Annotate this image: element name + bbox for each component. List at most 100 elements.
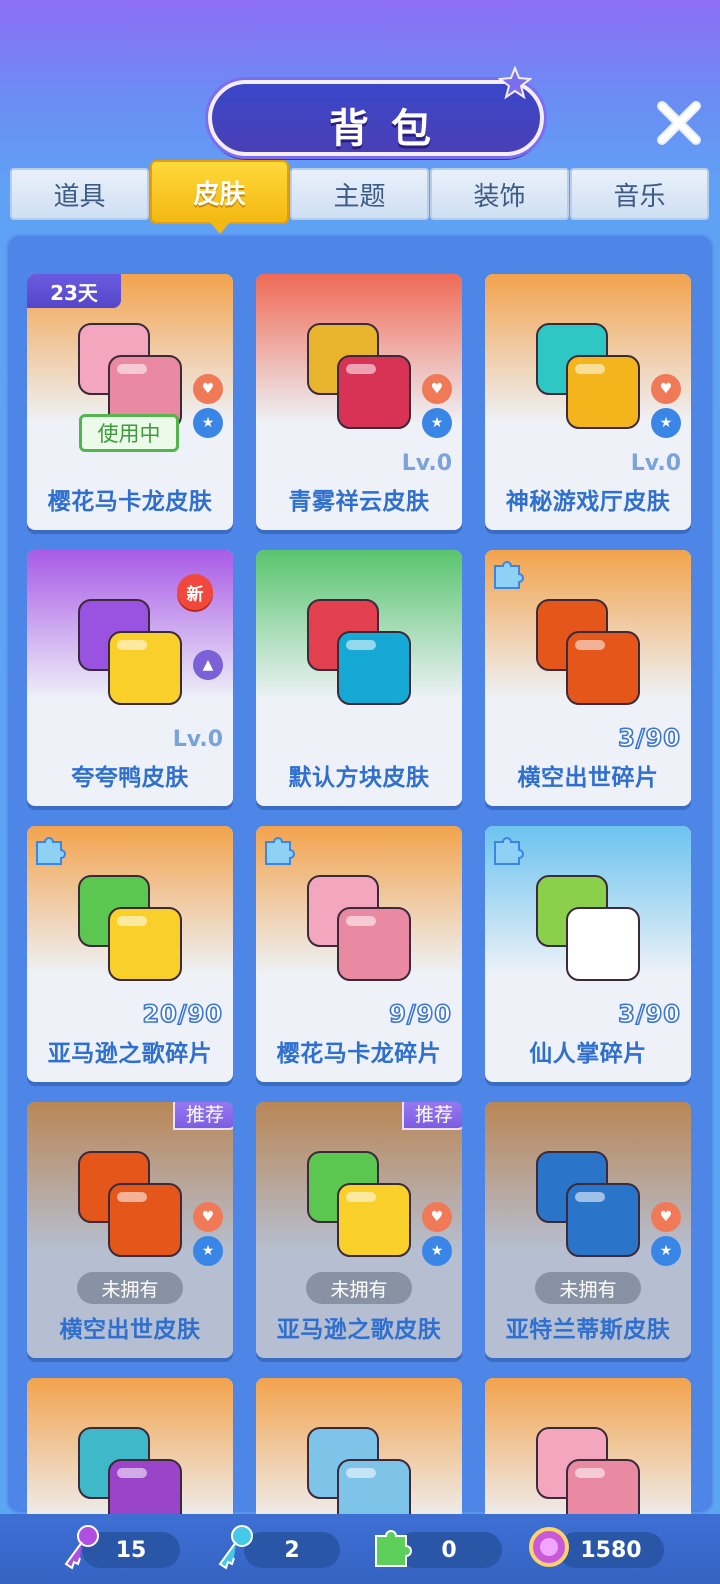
heart-icon: ♥: [193, 374, 223, 404]
star-icon: ★: [651, 408, 681, 438]
attribute-icons: ▲: [193, 650, 223, 684]
header: 背包: [0, 0, 720, 165]
star-icon: ★: [422, 1236, 452, 1266]
skin-name: 横空出世碎片: [517, 765, 659, 791]
star-icon: ★: [193, 408, 223, 438]
skin-name: 夸夸鸭皮肤: [71, 765, 189, 791]
fragment-puzzle-icon: [494, 837, 524, 865]
upgrade-icon: ▲: [193, 650, 223, 680]
skin-name: 横空出世皮肤: [59, 1317, 201, 1343]
currency-bar: 15 2 0 1580: [0, 1514, 720, 1584]
fragment-progress: 20/90: [142, 999, 223, 1029]
new-badge: 新: [177, 574, 213, 610]
skin-card[interactable]: 3/90 仙人掌碎片: [485, 826, 691, 1082]
inventory-panel: 23天 使用中 ♥ ★ 樱花马卡龙皮肤 Lv.0 ♥ ★ 青雾祥云皮肤 Lv.0 ♥ ★ 神秘游戏厅皮肤…: [6, 234, 714, 1514]
skin-block-icon: [307, 875, 411, 981]
fragment-puzzle-icon: [36, 837, 66, 865]
skin-block-icon: [536, 599, 640, 705]
skin-name: 樱花马卡龙碎片: [276, 1041, 442, 1067]
heart-icon: ♥: [422, 1202, 452, 1232]
in-use-badge: 使用中: [79, 414, 179, 452]
heart-icon: ♥: [651, 1202, 681, 1232]
skin-block-icon: [536, 323, 640, 429]
attribute-icons: ♥ ★: [422, 374, 452, 442]
skin-block-icon: [307, 599, 411, 705]
skin-block-icon: [78, 599, 182, 705]
skin-name: 神秘游戏厅皮肤: [505, 489, 671, 515]
currency-value: 0: [441, 1537, 457, 1563]
heart-icon: ♥: [651, 374, 681, 404]
skin-name: 青雾祥云皮肤: [288, 489, 430, 515]
tab-music[interactable]: 音乐: [570, 168, 709, 220]
attribute-icons: ♥ ★: [193, 1202, 223, 1270]
duration-tag: 23天: [27, 274, 121, 308]
tab-skins[interactable]: 皮肤: [150, 160, 289, 234]
skin-name: 亚马逊之歌碎片: [47, 1041, 213, 1067]
skin-card[interactable]: Lv.0 ♥ ★ 青雾祥云皮肤: [256, 274, 462, 530]
currency-value: 2: [284, 1537, 300, 1563]
skin-block-icon: [78, 1427, 182, 1514]
skin-card[interactable]: 默认方块皮肤: [256, 550, 462, 806]
fragment-puzzle-icon: [265, 837, 295, 865]
skin-name: 默认方块皮肤: [288, 765, 430, 791]
blue-key-icon: [218, 1525, 253, 1570]
skin-card[interactable]: 未拥有 推荐 ♥ ★ 亚马逊之歌皮肤: [256, 1102, 462, 1358]
currency-gems: 1580: [558, 1532, 664, 1568]
skin-block-icon: [78, 875, 182, 981]
tab-bar: 道具 皮肤 主题 装饰 音乐: [10, 160, 710, 234]
skin-block-icon: [307, 1427, 411, 1514]
skin-block-icon: [536, 1427, 640, 1514]
heart-icon: ♥: [193, 1202, 223, 1232]
skin-card[interactable]: 9/90 樱花马卡龙碎片: [256, 826, 462, 1082]
star-icon: ★: [193, 1236, 223, 1266]
attribute-icons: ♥ ★: [651, 374, 681, 442]
star-icon: ★: [422, 408, 452, 438]
skin-card[interactable]: 20/90 亚马逊之歌碎片: [27, 826, 233, 1082]
skin-card[interactable]: 3/90 横空出世碎片: [485, 550, 691, 806]
skin-card[interactable]: Lv.0 新 ▲ 夸夸鸭皮肤: [27, 550, 233, 806]
currency-value: 1580: [580, 1537, 642, 1563]
star-icon: [498, 66, 532, 100]
skin-card[interactable]: [27, 1378, 233, 1514]
skin-block-icon: [307, 1151, 411, 1257]
skin-name: 亚特兰蒂斯皮肤: [505, 1317, 671, 1343]
attribute-icons: ♥ ★: [422, 1202, 452, 1270]
recommended-badge: 推荐: [173, 1102, 233, 1130]
gem-icon: [529, 1527, 569, 1567]
skin-card[interactable]: 23天 使用中 ♥ ★ 樱花马卡龙皮肤: [27, 274, 233, 530]
skin-card[interactable]: [485, 1378, 691, 1514]
tab-items[interactable]: 道具: [10, 168, 149, 220]
skin-card[interactable]: 未拥有 ♥ ★ 亚特兰蒂斯皮肤: [485, 1102, 691, 1358]
level-label: Lv.0: [630, 451, 681, 476]
level-label: Lv.0: [401, 451, 452, 476]
skin-block-icon: [307, 323, 411, 429]
not-owned-badge: 未拥有: [306, 1272, 412, 1304]
attribute-icons: ♥ ★: [193, 374, 223, 442]
purple-key-icon: [64, 1525, 99, 1570]
skin-block-icon: [536, 875, 640, 981]
skin-card[interactable]: Lv.0 ♥ ★ 神秘游戏厅皮肤: [485, 274, 691, 530]
recommended-badge: 推荐: [402, 1102, 462, 1130]
skin-block-icon: [78, 1151, 182, 1257]
skin-name: 仙人掌碎片: [529, 1041, 647, 1067]
title-banner: 背包: [208, 80, 544, 156]
level-label: Lv.0: [172, 727, 223, 752]
attribute-icons: ♥ ★: [651, 1202, 681, 1270]
puzzle-piece-icon: [375, 1530, 412, 1567]
tab-decorations[interactable]: 装饰: [430, 168, 569, 220]
skin-card[interactable]: [256, 1378, 462, 1514]
skin-card[interactable]: 未拥有 推荐 ♥ ★ 横空出世皮肤: [27, 1102, 233, 1358]
tab-themes[interactable]: 主题: [290, 168, 429, 220]
fragment-progress: 9/90: [388, 999, 452, 1029]
star-icon: ★: [651, 1236, 681, 1266]
skin-grid: 23天 使用中 ♥ ★ 樱花马卡龙皮肤 Lv.0 ♥ ★ 青雾祥云皮肤 Lv.0 ♥ ★ 神秘游戏厅皮肤…: [27, 274, 691, 1514]
not-owned-badge: 未拥有: [77, 1272, 183, 1304]
currency-blue-key: 2: [244, 1532, 340, 1568]
currency-value: 15: [115, 1537, 147, 1563]
close-icon[interactable]: [656, 100, 702, 146]
fragment-progress: 3/90: [617, 999, 681, 1029]
skin-block-icon: [536, 1151, 640, 1257]
fragment-progress: 3/90: [617, 723, 681, 753]
page-title: 背包: [329, 106, 453, 152]
fragment-puzzle-icon: [494, 561, 524, 589]
